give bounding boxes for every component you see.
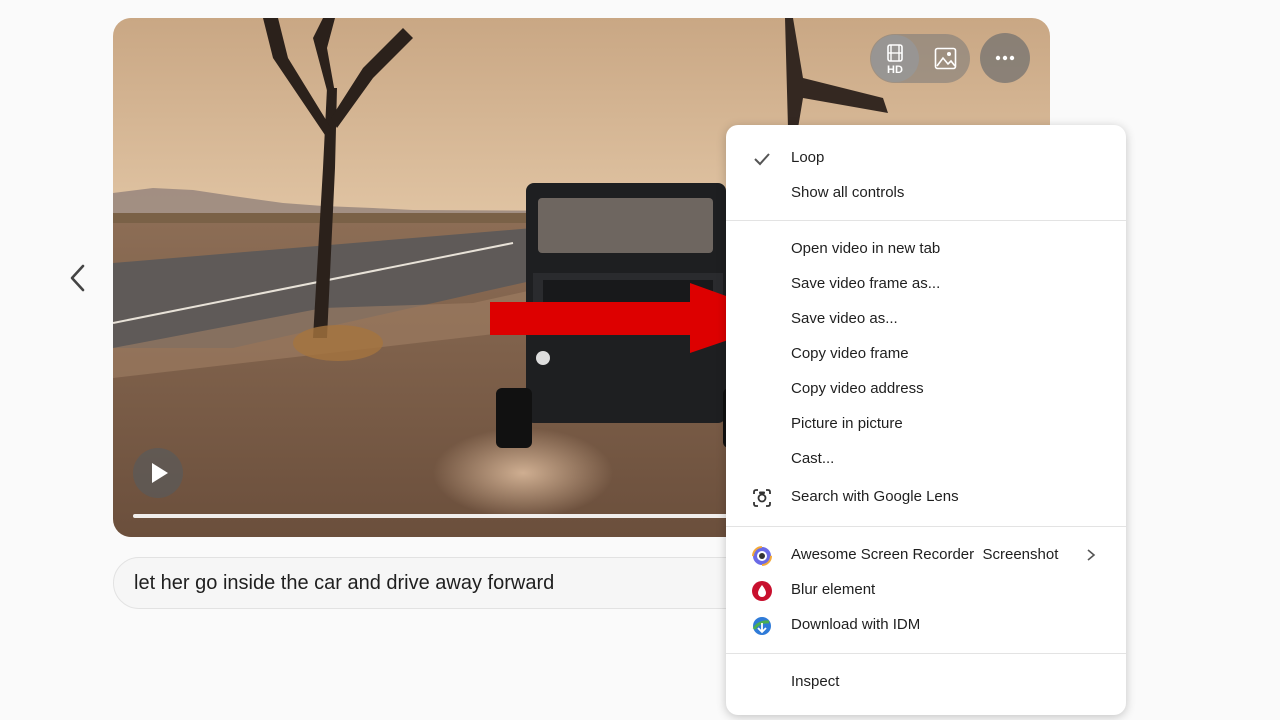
- menu-divider: [726, 220, 1126, 221]
- context-menu: Loop Show all controls Open video in new…: [726, 125, 1126, 715]
- prompt-text: let her go inside the car and drive away…: [134, 572, 555, 594]
- menu-item-loop[interactable]: Loop: [726, 142, 1126, 174]
- menu-item-awesome-screen-recorder[interactable]: Awesome Screen Recorder Screenshot: [726, 539, 1126, 571]
- play-icon: [152, 463, 168, 483]
- blur-element-icon: [752, 581, 772, 601]
- menu-item-download-idm[interactable]: Download with IDM: [726, 609, 1126, 641]
- google-lens-icon: [753, 489, 771, 507]
- menu-item-copy-video-frame[interactable]: Copy video frame: [726, 338, 1126, 370]
- menu-item-open-video-new-tab[interactable]: Open video in new tab: [726, 233, 1126, 265]
- menu-item-google-lens[interactable]: Search with Google Lens: [726, 481, 1126, 513]
- submenu-chevron-icon: [1087, 549, 1096, 561]
- menu-divider: [726, 653, 1126, 654]
- menu-item-show-all-controls[interactable]: Show all controls: [726, 177, 1126, 209]
- hd-toggle-button[interactable]: HD: [871, 35, 919, 82]
- menu-divider: [726, 526, 1126, 527]
- previous-chevron-icon[interactable]: [66, 263, 90, 293]
- film-icon: [887, 44, 903, 62]
- more-options-button[interactable]: [980, 33, 1030, 83]
- menu-item-picture-in-picture[interactable]: Picture in picture: [726, 408, 1126, 440]
- menu-item-inspect[interactable]: Inspect: [726, 666, 1126, 698]
- menu-item-save-video[interactable]: Save video as...: [726, 303, 1126, 335]
- check-icon: [754, 153, 770, 166]
- menu-item-blur-element[interactable]: Blur element: [726, 574, 1126, 606]
- menu-item-save-video-frame[interactable]: Save video frame as...: [726, 268, 1126, 300]
- menu-item-copy-video-address[interactable]: Copy video address: [726, 373, 1126, 405]
- prompt-box[interactable]: let her go inside the car and drive away…: [113, 557, 753, 609]
- ellipsis-icon: [995, 55, 1015, 61]
- menu-item-cast[interactable]: Cast...: [726, 443, 1126, 475]
- image-icon: [934, 47, 957, 70]
- play-button[interactable]: [133, 448, 183, 498]
- hd-label: HD: [887, 64, 903, 76]
- idm-icon: [752, 617, 771, 635]
- image-button[interactable]: [922, 35, 968, 82]
- screen-recorder-icon: [752, 546, 772, 566]
